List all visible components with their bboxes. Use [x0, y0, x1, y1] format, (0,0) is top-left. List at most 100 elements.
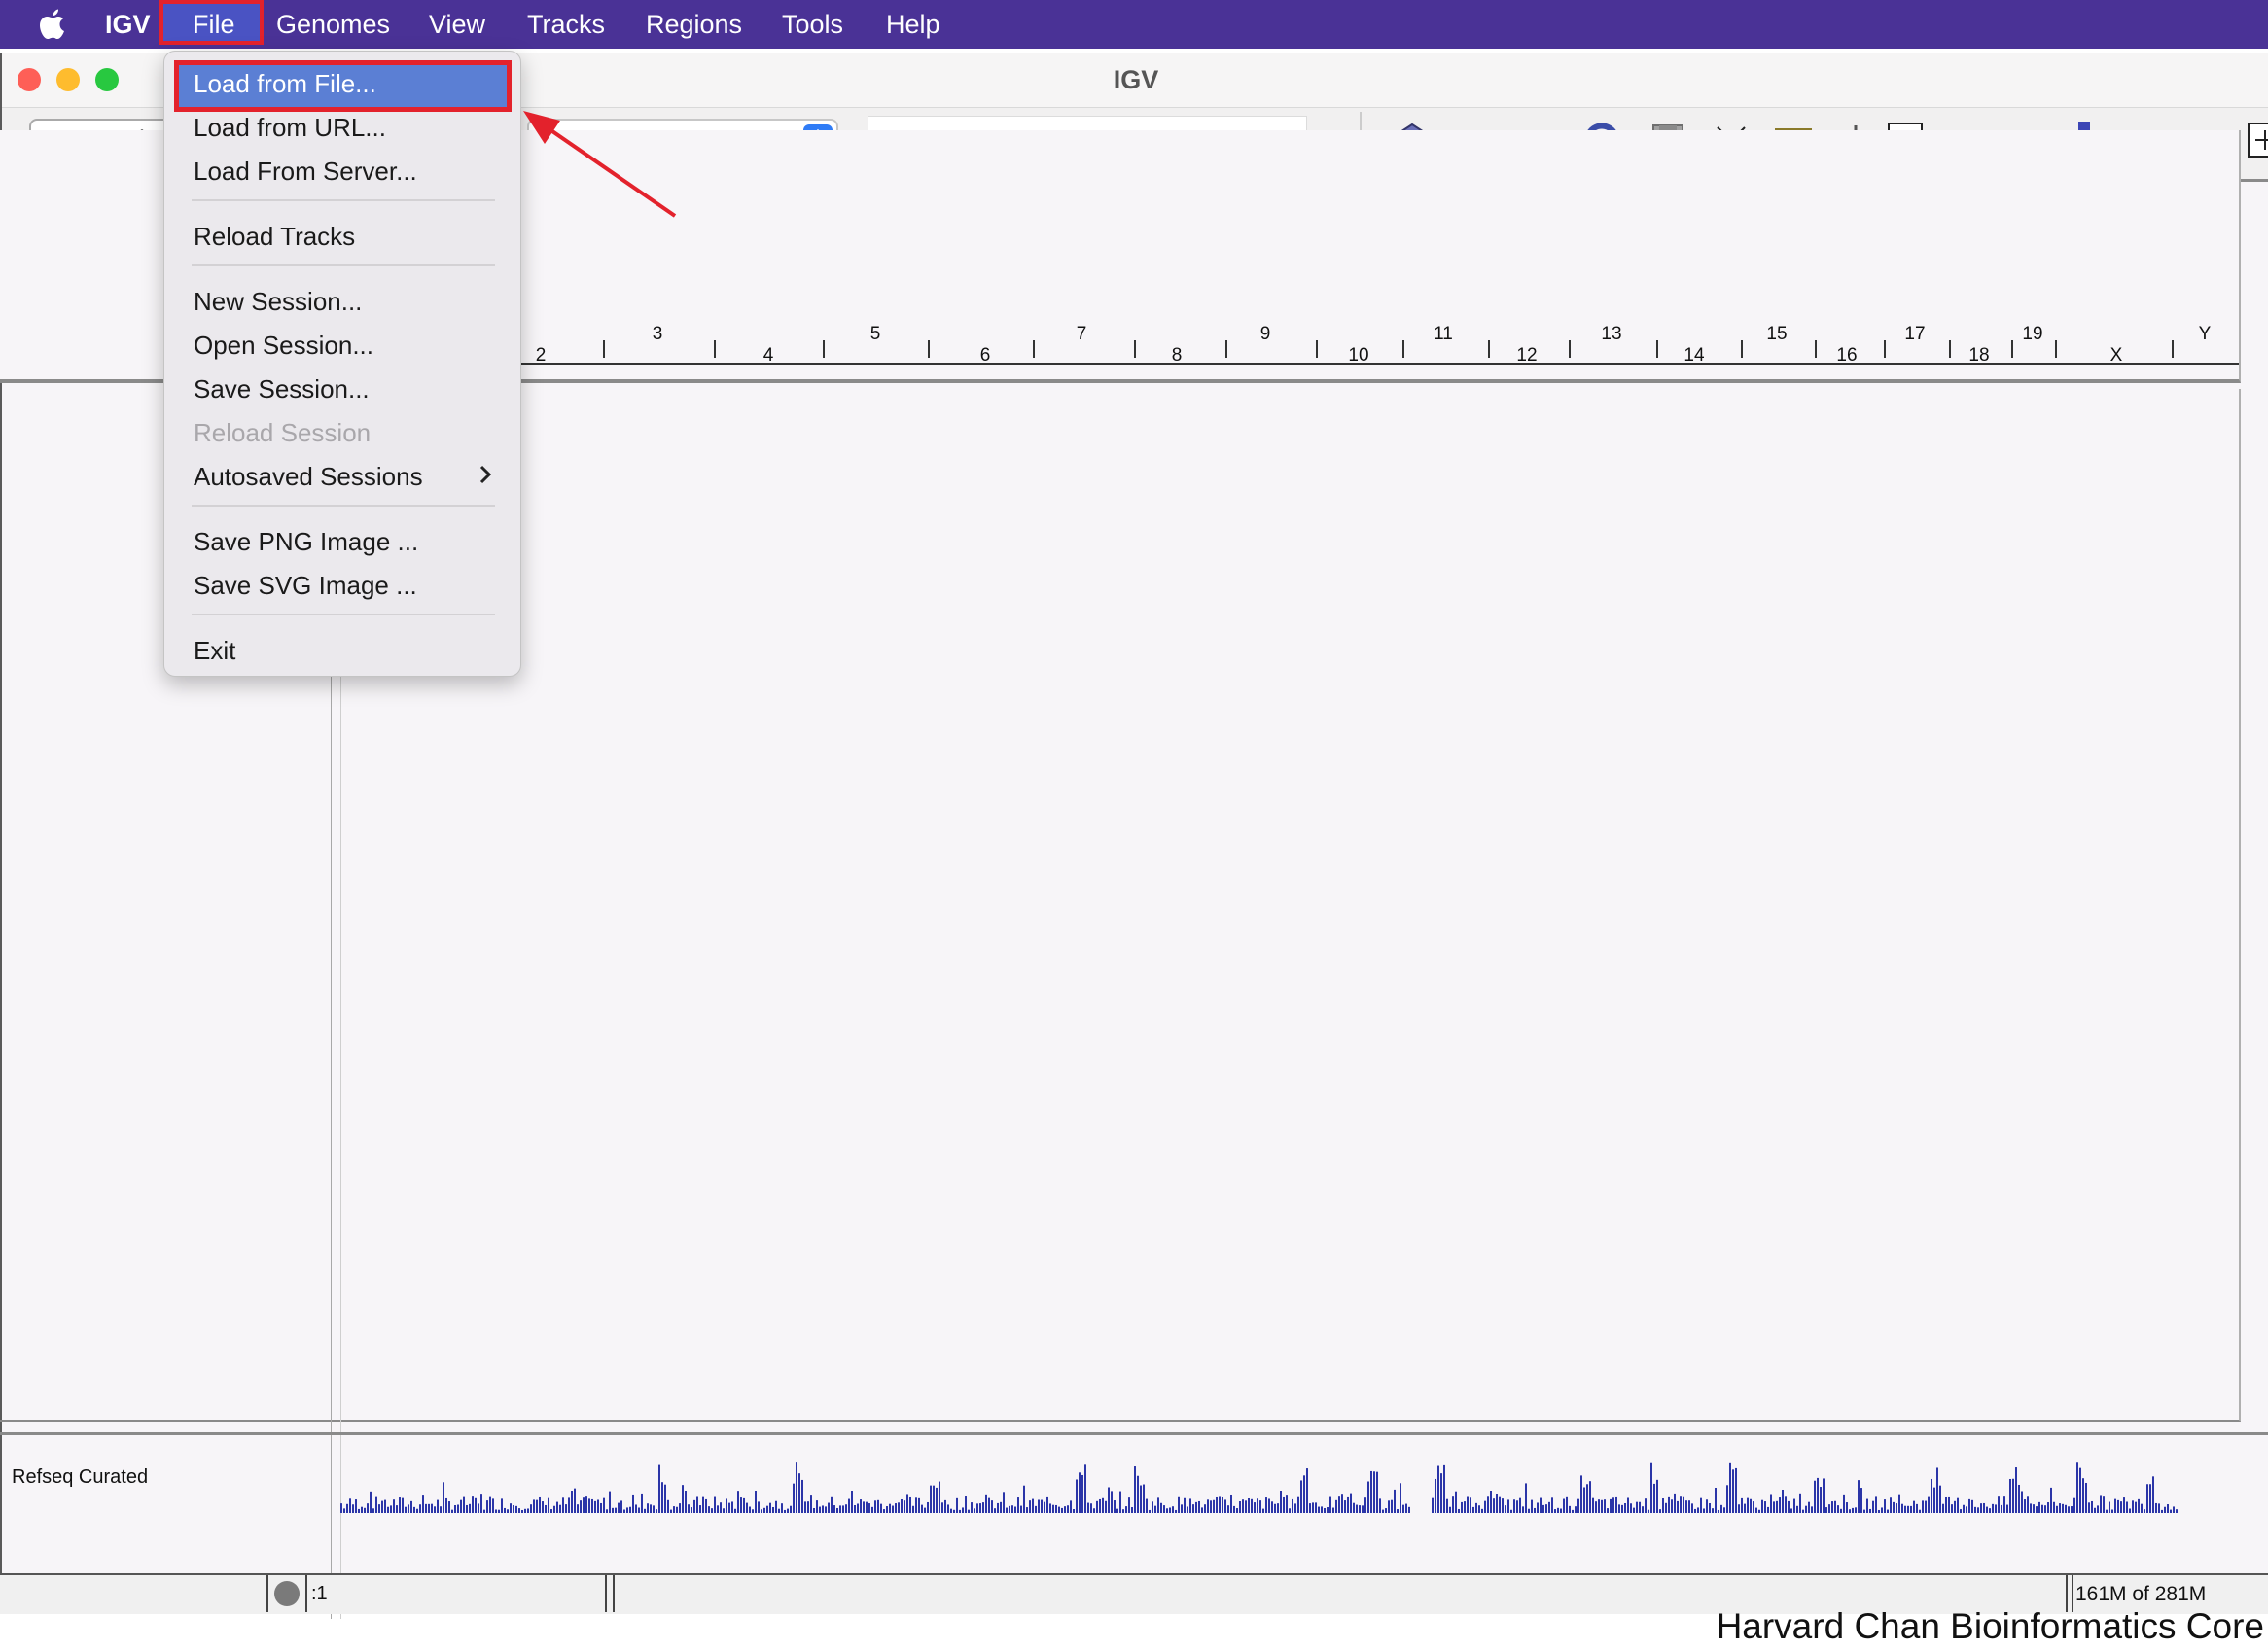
gene-density-bar: [1379, 1498, 1381, 1513]
gene-density-bar: [618, 1502, 620, 1513]
gene-density-bar: [393, 1499, 395, 1513]
gene-density-bar: [863, 1501, 865, 1513]
gene-density-bar: [1551, 1497, 1553, 1513]
gene-density-bar: [1531, 1499, 1533, 1513]
gene-density-bar: [1788, 1500, 1790, 1513]
menubar-genomes[interactable]: Genomes: [276, 0, 390, 49]
gene-density-bar: [2079, 1467, 2081, 1513]
menu-item-exit[interactable]: Exit: [194, 636, 235, 666]
gene-density-bar: [1254, 1502, 1256, 1513]
menubar-tools[interactable]: Tools: [782, 0, 843, 49]
gene-density-bar: [1863, 1509, 1865, 1513]
gene-density-bar: [1831, 1501, 1833, 1513]
menu-item-new-session[interactable]: New Session...: [194, 287, 362, 317]
gene-density-bar: [1855, 1507, 1857, 1513]
menu-item-open-session[interactable]: Open Session...: [194, 331, 373, 361]
gene-density-bar: [726, 1498, 727, 1513]
gene-density-bar: [518, 1508, 520, 1513]
gene-density-bar: [2132, 1500, 2134, 1513]
file-dropdown-menu: Load from File... Load from URL... Load …: [163, 51, 521, 677]
gene-density-bar: [1928, 1496, 1930, 1513]
gene-density-bar: [1995, 1504, 1997, 1513]
menu-item-reload-tracks[interactable]: Reload Tracks: [194, 222, 355, 252]
chromosome-label-7[interactable]: 7: [1077, 324, 1087, 345]
menu-item-autosaved-sessions[interactable]: Autosaved Sessions: [194, 462, 423, 492]
apple-icon[interactable]: [37, 8, 68, 41]
gene-density-bar: [708, 1506, 710, 1513]
gene-density-bar: [2053, 1501, 2055, 1513]
gene-density-bar: [1257, 1498, 1258, 1513]
ruler-baseline: [331, 363, 2239, 365]
track-name-refseq[interactable]: Refseq Curated: [12, 1466, 148, 1489]
gene-density-bar: [1405, 1503, 1407, 1513]
gene-density-bar: [530, 1504, 532, 1513]
chromosome-label-11[interactable]: 11: [1434, 324, 1453, 345]
menubar-view[interactable]: View: [429, 0, 485, 49]
chromosome-label-13[interactable]: 13: [1601, 324, 1621, 345]
gene-density-bar: [1166, 1508, 1168, 1513]
gene-density-bar: [901, 1498, 903, 1513]
gene-density-bar: [1624, 1502, 1626, 1513]
gene-density-bar: [1650, 1462, 1652, 1513]
chromosome-label-5[interactable]: 5: [870, 324, 881, 345]
menubar-tracks[interactable]: Tracks: [527, 0, 605, 49]
gene-density-bar: [778, 1508, 780, 1513]
gene-density-bar: [588, 1498, 590, 1513]
gene-density-bar: [1767, 1506, 1769, 1513]
gene-density-bar: [1840, 1508, 1842, 1513]
gene-density-bar: [1058, 1506, 1060, 1513]
gene-density-bar: [752, 1509, 754, 1513]
menu-item-save-png[interactable]: Save PNG Image ...: [194, 527, 418, 557]
gene-density-bar: [1782, 1489, 1784, 1513]
chromosome-label-17[interactable]: 17: [1904, 324, 1925, 345]
menu-item-load-from-file[interactable]: Load from File...: [194, 69, 376, 99]
gene-density-bar: [434, 1506, 436, 1513]
gene-density-bar: [478, 1503, 479, 1513]
chromosome-label-15[interactable]: 15: [1766, 324, 1787, 345]
gene-density-bar: [1000, 1501, 1002, 1513]
gene-density-bar: [1922, 1500, 1924, 1513]
chromosome-label-Y[interactable]: Y: [2199, 324, 2212, 345]
menu-item-save-session[interactable]: Save Session...: [194, 374, 370, 404]
chromosome-label-3[interactable]: 3: [653, 324, 663, 345]
gene-density-bar: [1860, 1488, 1862, 1513]
gene-density-bar: [1038, 1499, 1040, 1513]
chromosome-label-9[interactable]: 9: [1260, 324, 1271, 345]
menu-item-load-from-url[interactable]: Load from URL...: [194, 113, 386, 143]
menubar-help[interactable]: Help: [886, 0, 940, 49]
gene-density-bar: [2033, 1504, 2035, 1513]
gene-density-bar: [2073, 1497, 2075, 1513]
menubar-app-name[interactable]: IGV: [105, 0, 151, 49]
menu-item-load-from-server[interactable]: Load From Server...: [194, 157, 417, 187]
gene-density-bar: [1545, 1504, 1547, 1513]
gene-density-bar: [1017, 1497, 1019, 1513]
menubar-file[interactable]: File: [193, 0, 235, 49]
menubar-regions[interactable]: Regions: [646, 0, 742, 49]
gene-density-bar: [886, 1506, 888, 1513]
gene-density-bar: [1502, 1498, 1504, 1513]
gene-density-bar: [2103, 1496, 2105, 1513]
gene-density-bar: [857, 1503, 859, 1513]
gene-density-bar: [2076, 1462, 2078, 1513]
gene-density-bar: [1642, 1506, 1644, 1513]
gene-density-bar: [2149, 1484, 2151, 1513]
gene-density-bar: [352, 1504, 354, 1513]
zoom-in-icon[interactable]: [2247, 122, 2268, 158]
gene-density-bar: [825, 1506, 827, 1513]
gene-density-bar: [1662, 1498, 1664, 1513]
refseq-gene-density-track[interactable]: [340, 1458, 2179, 1517]
chromosome-label-19[interactable]: 19: [2022, 324, 2042, 345]
gene-density-bar: [1805, 1505, 1807, 1513]
gene-density-bar: [2050, 1487, 2052, 1513]
gene-density-bar: [1049, 1503, 1051, 1513]
gene-density-bar: [533, 1499, 535, 1513]
gene-density-bar: [1697, 1507, 1699, 1513]
gene-density-bar: [1604, 1499, 1606, 1513]
gene-density-bar: [620, 1500, 622, 1513]
menu-separator: [192, 199, 495, 201]
gene-density-bar: [895, 1503, 897, 1513]
gene-density-bar: [1073, 1509, 1075, 1513]
gene-density-bar: [1589, 1481, 1591, 1513]
gene-density-bar: [1216, 1496, 1218, 1513]
menu-item-save-svg[interactable]: Save SVG Image ...: [194, 571, 417, 601]
